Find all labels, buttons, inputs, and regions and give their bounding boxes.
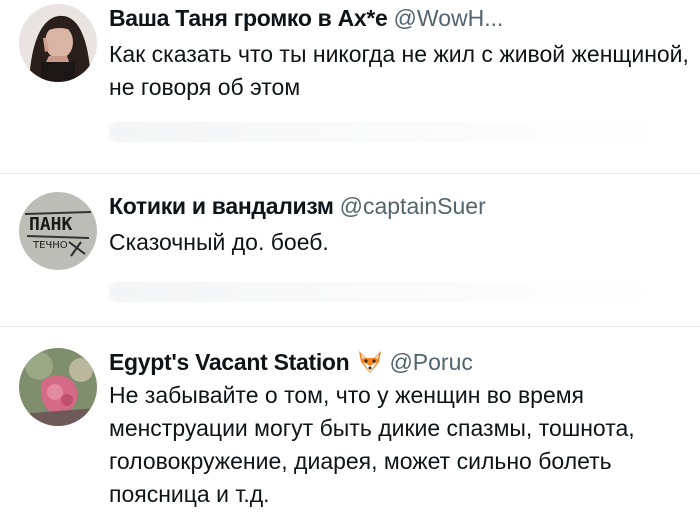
- blurred-content: [109, 282, 664, 302]
- tweet-text: Не забывайте о том, что у женщин во врем…: [109, 382, 635, 507]
- avatar[interactable]: [19, 348, 97, 426]
- graffiti-avatar-text: ПАНК: [29, 214, 73, 235]
- display-name[interactable]: Egypt's Vacant Station: [109, 349, 350, 375]
- user-handle[interactable]: @Poruc: [389, 349, 472, 375]
- tweet-feed: Ваша Таня громко в Ах*е @WowH... Как сказ…: [0, 0, 700, 531]
- fox-emoji-icon: [357, 350, 383, 380]
- woman-portrait-avatar-icon: [19, 4, 97, 82]
- user-handle[interactable]: @WowH...: [394, 5, 504, 31]
- tweet-text: Сказочный до. боеб.: [109, 229, 329, 255]
- display-name[interactable]: Котики и вандализм: [109, 193, 334, 219]
- pink-flower-avatar-icon: [19, 348, 97, 426]
- tweet-header: Egypt's Vacant Station @Poruc: [109, 348, 473, 380]
- tweet-text: Как сказать что ты никогда не жил с живо…: [109, 41, 689, 100]
- tweet-header: Ваша Таня громко в Ах*е @WowH...: [109, 4, 503, 32]
- svg-text:ТЕЧНО: ТЕЧНО: [32, 240, 68, 251]
- avatar[interactable]: ПАНК ТЕЧНО: [19, 192, 97, 270]
- tweet-1[interactable]: Ваша Таня громко в Ах*е @WowH... Как сказ…: [0, 0, 700, 173]
- tweet-header: Котики и вандализм @captainSuer: [109, 192, 486, 220]
- user-handle[interactable]: @captainSuer: [340, 193, 486, 219]
- tweet-3[interactable]: Egypt's Vacant Station @Poruc Не забывай…: [0, 327, 700, 531]
- avatar[interactable]: [19, 4, 97, 82]
- display-name[interactable]: Ваша Таня громко в Ах*е: [109, 5, 388, 31]
- tweet-2[interactable]: ПАНК ТЕЧНО Котики и вандализм @captainSue…: [0, 174, 700, 326]
- blurred-content: [109, 122, 669, 142]
- graffiti-avatar-icon: ПАНК ТЕЧНО: [19, 192, 97, 270]
